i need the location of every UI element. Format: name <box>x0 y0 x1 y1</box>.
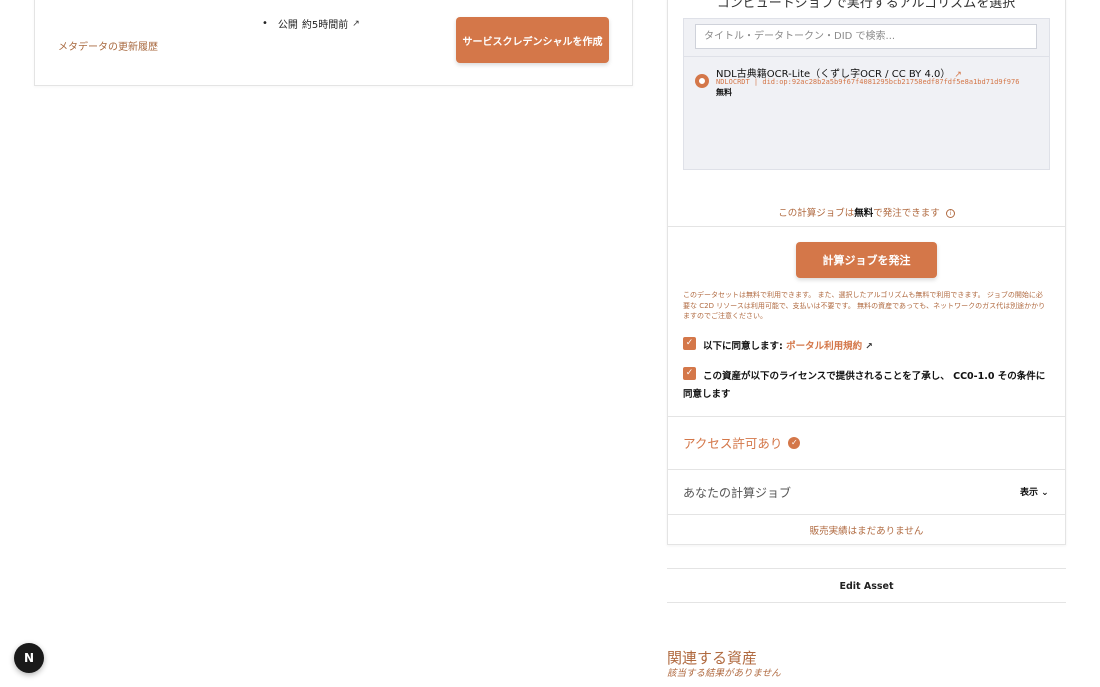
nextjs-dev-badge[interactable]: N <box>14 643 44 673</box>
show-label[interactable]: 表示 <box>1020 488 1038 498</box>
free-note-bold: 無料 <box>854 208 874 219</box>
agree-terms-prefix: 以下に同意します: <box>703 341 787 352</box>
free-note-prefix: この計算ジョブは <box>778 208 855 219</box>
external-link-icon: ↗ <box>862 342 873 352</box>
access-label: アクセス許可あり <box>683 436 783 451</box>
your-compute-jobs-title: あなたの計算ジョブ <box>683 486 792 500</box>
portal-terms-link[interactable]: ポータル利用規約 <box>786 341 862 352</box>
bullet: • <box>262 18 268 29</box>
access-granted: アクセス許可あり ✓ <box>683 433 801 452</box>
compute-disclaimer: このデータセットは無料で利用できます。 また、選択したアルゴリズムも無料で利用で… <box>683 291 1046 320</box>
divider <box>668 469 1065 470</box>
agree-license-label: この資産が以下のライセンスで提供されることを了承し、 CC0-1.0 その条件に… <box>683 371 1046 400</box>
info-icon[interactable]: i <box>945 209 955 218</box>
metadata-history-link[interactable]: メタデータの更新履歴 <box>58 38 158 53</box>
order-compute-job-button[interactable]: 計算ジョブを発注 <box>796 242 937 278</box>
free-note-suffix: で発注できます <box>873 208 940 219</box>
published-label: 公開 <box>277 20 298 31</box>
divider <box>684 56 1049 57</box>
no-sales-text: 販売実績はまだありません <box>809 526 924 537</box>
divider <box>668 514 1065 515</box>
published-time-link[interactable]: 約5時間前 <box>302 16 348 31</box>
free-order-note: この計算ジョブは無料で発注できます i <box>667 205 1066 219</box>
algorithm-price: 無料 <box>716 88 732 97</box>
algorithm-select-heading: コンピュートジョブで実行するアルゴリズムを選択 <box>716 0 1016 11</box>
algorithm-radio-selected[interactable] <box>695 74 709 88</box>
create-service-credential-button[interactable]: サービスクレデンシャルを作成 <box>456 17 609 63</box>
divider <box>668 226 1065 227</box>
agree-terms-checkbox[interactable]: ✓ <box>683 337 696 350</box>
divider <box>668 416 1065 417</box>
published-info: • 公開 約5時間前 ↗ <box>262 16 360 31</box>
algorithm-did: NDLOCRDT | did:op:92ac28b2a5b9f67f408129… <box>716 78 1020 86</box>
chevron-down-icon[interactable]: ⌄ <box>1041 488 1049 498</box>
algorithm-search-input[interactable] <box>695 24 1037 49</box>
edit-asset-button[interactable]: Edit Asset <box>667 568 1066 603</box>
external-link-icon: ↗ <box>352 18 360 29</box>
agree-terms-label: 以下に同意します: ポータル利用規約 ↗ <box>703 338 873 352</box>
related-assets-empty: 該当する結果がありません <box>667 668 781 679</box>
show-jobs-toggle[interactable]: 表示 ⌄ <box>1020 485 1049 498</box>
verified-check-icon: ✓ <box>788 436 801 449</box>
